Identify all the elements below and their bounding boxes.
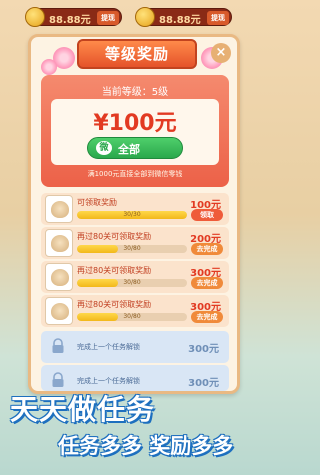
balance-amount-right: 88.88元 (159, 15, 201, 26)
task-progress-bar: 30/80 (77, 245, 187, 253)
balance-amount-left: 88.88元 (49, 15, 91, 26)
claim-button[interactable]: 领取 (191, 209, 223, 221)
pet-icon (51, 201, 69, 218)
pet-icon (51, 303, 69, 320)
balance-pill-left: 88.88元 提现 (25, 7, 122, 27)
task-name: 可领取奖励 (77, 198, 117, 207)
close-icon: × (215, 45, 227, 60)
reward-card: 当前等级：5级 ¥100元 微 全部 满1000元直接全部到微信零钱 (41, 75, 229, 187)
pet-avatar (45, 297, 73, 325)
currency-bar: 88.88元 提现 88.88元 提现 (0, 6, 270, 28)
promo-headline: 天天做任务 (10, 393, 156, 426)
modal-title: 等级奖励 (77, 39, 197, 69)
task-name: 再过80关可领取奖励 (77, 232, 152, 241)
withdraw-all-label: 全部 (118, 143, 140, 156)
coin-icon (135, 7, 155, 27)
task-progress-text: 30/80 (123, 313, 141, 320)
pet-avatar (45, 229, 73, 257)
lock-icon (52, 338, 64, 353)
go-complete-button[interactable]: 去完成 (191, 311, 223, 323)
balance-pill-right: 88.88元 提现 (135, 7, 232, 27)
withdraw-mini-button-right[interactable]: 提现 (207, 11, 229, 25)
task-progress-bar: 30/30 (77, 211, 187, 219)
locked-task-reward: 300元 (188, 378, 219, 389)
task-progress-text: 30/30 (123, 211, 141, 218)
withdraw-all-button[interactable]: 微 全部 (87, 137, 183, 159)
lock-icon (52, 372, 64, 387)
task-row: 再过80关可领取奖励 30/80 300元 去完成 (41, 261, 229, 293)
pet-icon (51, 269, 69, 286)
task-progress-bar: 30/80 (77, 313, 187, 321)
current-level-label: 当前等级：5级 (101, 87, 169, 98)
task-row: 可领取奖励 30/30 100元 领取 (41, 193, 229, 225)
locked-task-label: 完成上一个任务解锁 (77, 343, 140, 351)
amount-box: ¥100元 微 全部 (51, 99, 219, 165)
task-progress-text: 30/80 (123, 279, 141, 286)
level-reward-modal: 等级奖励 × 当前等级：5级 ¥100元 微 全部 满1000元直接全部到微信零… (28, 34, 240, 394)
task-row: 再过80关可领取奖励 30/80 300元 去完成 (41, 295, 229, 327)
go-complete-button[interactable]: 去完成 (191, 277, 223, 289)
coin-icon (25, 7, 45, 27)
promo-subline: 任务多多 奖励多多 (58, 434, 234, 458)
task-name: 再过80关可领取奖励 (77, 266, 152, 275)
locked-task-label: 完成上一个任务解锁 (77, 377, 140, 385)
task-progress-bar: 30/80 (77, 279, 187, 287)
withdraw-note: 满1000元直接全部到微信零钱 (87, 170, 183, 178)
pet-avatar (45, 195, 73, 223)
reward-amount: ¥100元 (93, 111, 177, 136)
locked-task-row: 完成上一个任务解锁 300元 (41, 331, 229, 363)
locked-task-reward: 300元 (188, 344, 219, 355)
go-complete-button[interactable]: 去完成 (191, 243, 223, 255)
pet-icon (51, 235, 69, 252)
task-name: 再过80关可领取奖励 (77, 300, 152, 309)
wechat-icon: 微 (96, 141, 112, 155)
close-button[interactable]: × (211, 43, 231, 63)
task-progress-text: 30/80 (123, 245, 141, 252)
withdraw-mini-button-left[interactable]: 提现 (97, 11, 119, 25)
flower-decoration-icon (41, 59, 57, 75)
pet-avatar (45, 263, 73, 291)
task-row: 再过80关可领取奖励 30/80 200元 去完成 (41, 227, 229, 259)
